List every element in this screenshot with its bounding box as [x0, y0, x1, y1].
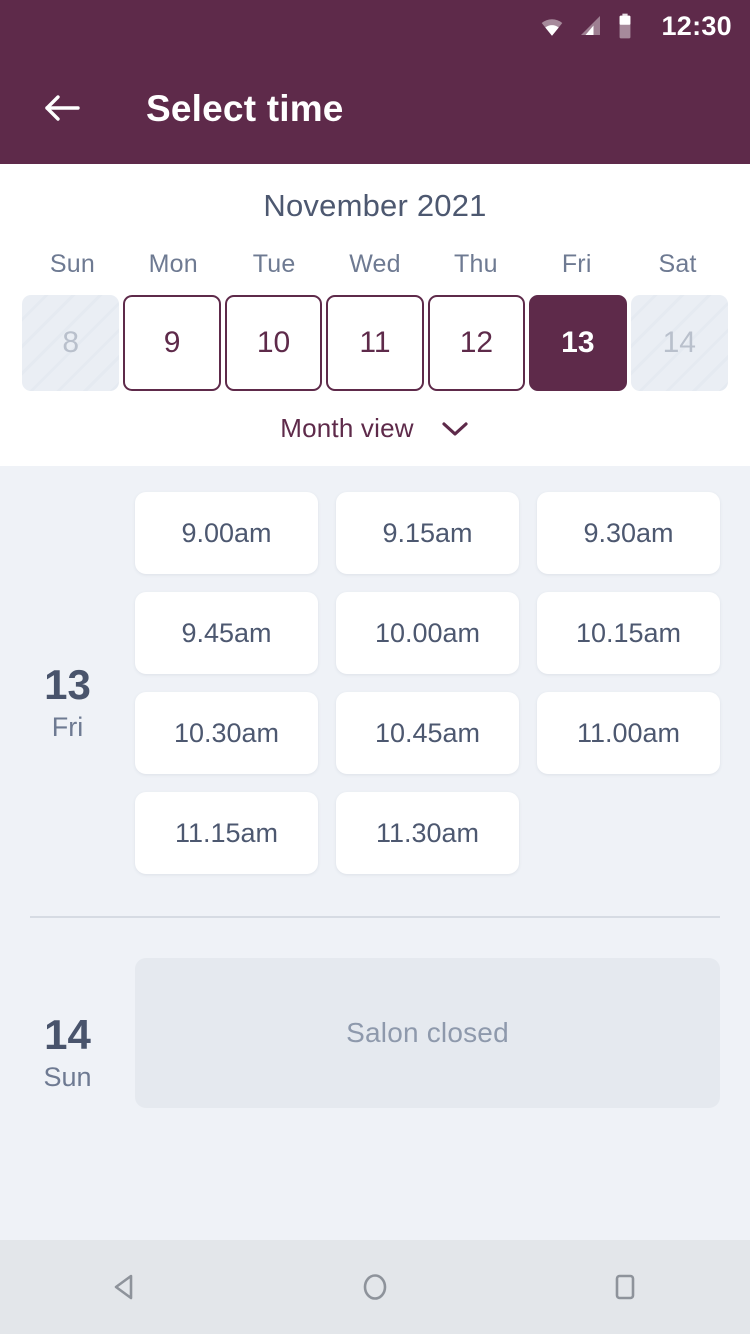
time-slot[interactable]: 10.00am	[336, 592, 519, 674]
weekday-label-sun: Sun	[49, 250, 95, 278]
day-label-number: 14	[44, 1010, 91, 1058]
time-slot[interactable]: 11.00am	[537, 692, 720, 774]
status-icon-group: 12:30	[539, 10, 732, 41]
triangle-back-icon	[114, 1274, 133, 1300]
weekday-label-thu: Thu	[454, 250, 498, 278]
day-label-number: 13	[44, 660, 91, 708]
wifi-icon	[539, 13, 565, 39]
day-cell-11[interactable]: 11	[326, 295, 424, 391]
time-slot[interactable]: 10.45am	[336, 692, 519, 774]
circle-home-icon	[363, 1274, 387, 1300]
time-slot[interactable]: 9.00am	[135, 492, 318, 574]
day-section-14: 14 Sun Salon closed	[0, 918, 750, 1108]
calendar-month-title: November 2021	[263, 188, 487, 223]
page-title: Select time	[146, 87, 344, 129]
time-slot[interactable]: 10.15am	[537, 592, 720, 674]
time-slot[interactable]: 9.45am	[135, 592, 318, 674]
time-slot-grid: 9.00am 9.15am 9.30am 9.45am 10.00am 10.1…	[135, 492, 720, 874]
time-slot[interactable]: 10.30am	[135, 692, 318, 774]
weekday-label-wed: Wed	[349, 250, 401, 278]
status-bar: 12:30	[0, 0, 750, 52]
day-label-dow: Sun	[43, 1061, 92, 1092]
weekday-label-sat: Sat	[658, 250, 697, 278]
app-bar: Select time	[0, 52, 750, 164]
status-bar-clock: 12:30	[661, 10, 732, 41]
square-recents-icon	[615, 1274, 635, 1300]
month-view-toggle[interactable]: Month view	[0, 413, 750, 444]
phone-screen: 12:30 Select time November 2021 Sun Mon …	[0, 0, 750, 1334]
day-cell-13[interactable]: 13	[529, 295, 627, 391]
weekday-label-tue: Tue	[252, 250, 296, 278]
month-view-label: Month view	[280, 413, 414, 443]
chevron-down-icon	[442, 421, 468, 436]
arrow-left-icon	[45, 95, 80, 121]
cell-signal-icon	[579, 14, 603, 38]
nav-home-button[interactable]	[325, 1240, 425, 1334]
nav-recents-button[interactable]	[575, 1240, 675, 1334]
day-cell-9[interactable]: 9	[123, 295, 221, 391]
time-slot[interactable]: 9.15am	[336, 492, 519, 574]
day-label-14: 14 Sun	[0, 958, 135, 1108]
android-nav-bar	[0, 1240, 750, 1334]
weekday-label-mon: Mon	[148, 250, 198, 278]
salon-closed-card: Salon closed	[135, 958, 720, 1108]
nav-back-button[interactable]	[75, 1240, 175, 1334]
back-button[interactable]	[34, 80, 90, 136]
schedule-content: 13 Fri 9.00am 9.15am 9.30am 9.45am 10.00…	[0, 466, 750, 1240]
day-cell-8: 8	[22, 295, 120, 391]
day-cell-12[interactable]: 12	[427, 295, 526, 391]
time-slot[interactable]: 11.15am	[135, 792, 318, 874]
weekday-label-fri: Fri	[561, 250, 592, 278]
day-cell-14: 14	[630, 295, 728, 391]
calendar-panel: November 2021 Sun Mon Tue Wed Thu Fri Sa…	[0, 164, 750, 466]
time-slot[interactable]: 11.30am	[336, 792, 519, 874]
day-label-dow: Fri	[51, 711, 84, 742]
battery-icon	[617, 13, 633, 39]
weekday-header-row: Sun Mon Tue Wed Thu Fri Sat	[0, 250, 750, 279]
day-cell-10[interactable]: 10	[224, 295, 323, 391]
calendar-week-row: 8 9 10 11 12 13 14	[0, 295, 750, 391]
day-section-13: 13 Fri 9.00am 9.15am 9.30am 9.45am 10.00…	[0, 466, 750, 874]
day-label-13: 13 Fri	[0, 492, 135, 874]
time-slot[interactable]: 9.30am	[537, 492, 720, 574]
